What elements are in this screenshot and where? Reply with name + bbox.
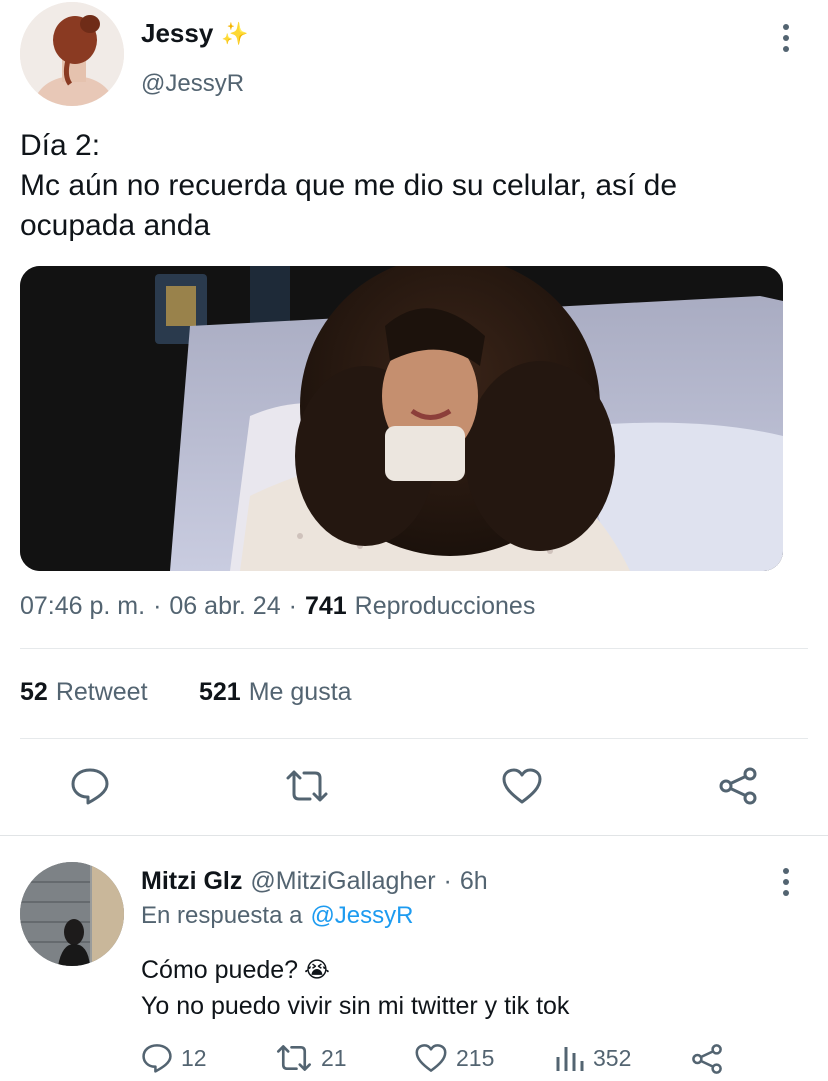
likes-count: 521: [199, 678, 241, 706]
views-label: Reproducciones: [354, 592, 536, 620]
heart-icon: [502, 768, 542, 804]
reply-text-line1: Cómo puede?: [141, 956, 299, 984]
tweet-media-photo[interactable]: [20, 266, 783, 571]
reply-like-button[interactable]: 215: [414, 1043, 494, 1073]
like-button[interactable]: [498, 764, 546, 808]
author-name-row: Jessy ✨: [141, 18, 249, 49]
reply-reply-button[interactable]: 12: [141, 1043, 207, 1073]
reply-icon: [142, 1044, 172, 1073]
reply-text: Cómo puede? 😭 Yo no puedo vivir sin mi t…: [141, 952, 811, 1024]
sparkles-icon: ✨: [221, 20, 249, 46]
reply-more-options-icon[interactable]: [781, 868, 791, 896]
replying-to: En respuesta a @JessyR: [141, 902, 413, 930]
tweet-time[interactable]: 07:46 p. m.: [20, 592, 145, 621]
reply-author-handle[interactable]: @MitziGallagher: [250, 867, 435, 896]
reply-text-line: Cómo puede? 😭: [141, 952, 811, 988]
author-name[interactable]: Jessy: [141, 18, 213, 49]
meta-separator: ·: [288, 592, 297, 620]
avatar-image: [20, 2, 124, 106]
tweet-text-line: Día 2:: [20, 129, 101, 162]
more-options-icon[interactable]: [781, 24, 791, 52]
divider: [20, 738, 808, 739]
reply-time[interactable]: 6h: [460, 867, 488, 896]
author-handle[interactable]: @JessyR: [141, 70, 244, 98]
share-icon: [719, 767, 757, 805]
reply-button[interactable]: [66, 764, 114, 808]
views-count: 741: [304, 592, 347, 620]
replying-to-prefix: En respuesta a: [141, 902, 303, 929]
tweet-text-line: ocupada anda: [20, 209, 211, 242]
likes-stat[interactable]: 521 Me gusta: [199, 678, 352, 707]
replying-to-handle[interactable]: @JessyR: [310, 902, 413, 930]
share-button[interactable]: [714, 764, 762, 808]
photo-image: [20, 266, 783, 571]
reply-share-button[interactable]: [690, 1043, 724, 1075]
tweet-text-line: Mc aún no recuerda que me dio su celular…: [20, 169, 678, 202]
reply-views-button[interactable]: 352: [555, 1043, 631, 1073]
reply-header: Mitzi Glz @MitziGallagher · 6h: [141, 867, 488, 896]
meta-separator: ·: [153, 592, 162, 620]
reply-views-count: 352: [593, 1044, 632, 1071]
retweet-icon: [276, 1045, 312, 1071]
retweet-icon: [286, 770, 328, 802]
retweet-label: Retweet: [55, 678, 148, 706]
tweet-text: Día 2: Mc aún no recuerda que me dio su …: [20, 126, 820, 246]
reply-icon: [71, 768, 109, 805]
divider: [20, 648, 808, 649]
reply-retweet-count: 21: [321, 1044, 347, 1071]
retweet-button[interactable]: [282, 764, 332, 808]
reply-author-avatar[interactable]: [20, 862, 124, 966]
retweet-count: 52: [20, 678, 48, 706]
reply-like-count: 215: [456, 1044, 495, 1071]
author-avatar[interactable]: [20, 2, 124, 106]
reply-retweet-button[interactable]: 21: [275, 1043, 347, 1073]
heart-icon: [415, 1044, 447, 1072]
crying-face-icon: 😭: [304, 957, 330, 982]
share-icon: [692, 1044, 722, 1074]
avatar-image: [20, 862, 124, 966]
likes-label: Me gusta: [248, 678, 352, 706]
reply-text-line2: Yo no puedo vivir sin mi twitter y tik t…: [141, 992, 570, 1020]
reply-reply-count: 12: [181, 1044, 207, 1071]
retweet-stat[interactable]: 52 Retweet: [20, 678, 148, 707]
reply-author-name[interactable]: Mitzi Glz: [141, 867, 242, 896]
tweet-date[interactable]: 06 abr. 24: [169, 592, 280, 621]
tweet-meta: 07:46 p. m. · 06 abr. 24 · 741 Reproducc…: [20, 592, 535, 621]
section-divider: [0, 835, 828, 836]
analytics-icon: [556, 1047, 584, 1071]
reply-separator: ·: [443, 867, 452, 895]
